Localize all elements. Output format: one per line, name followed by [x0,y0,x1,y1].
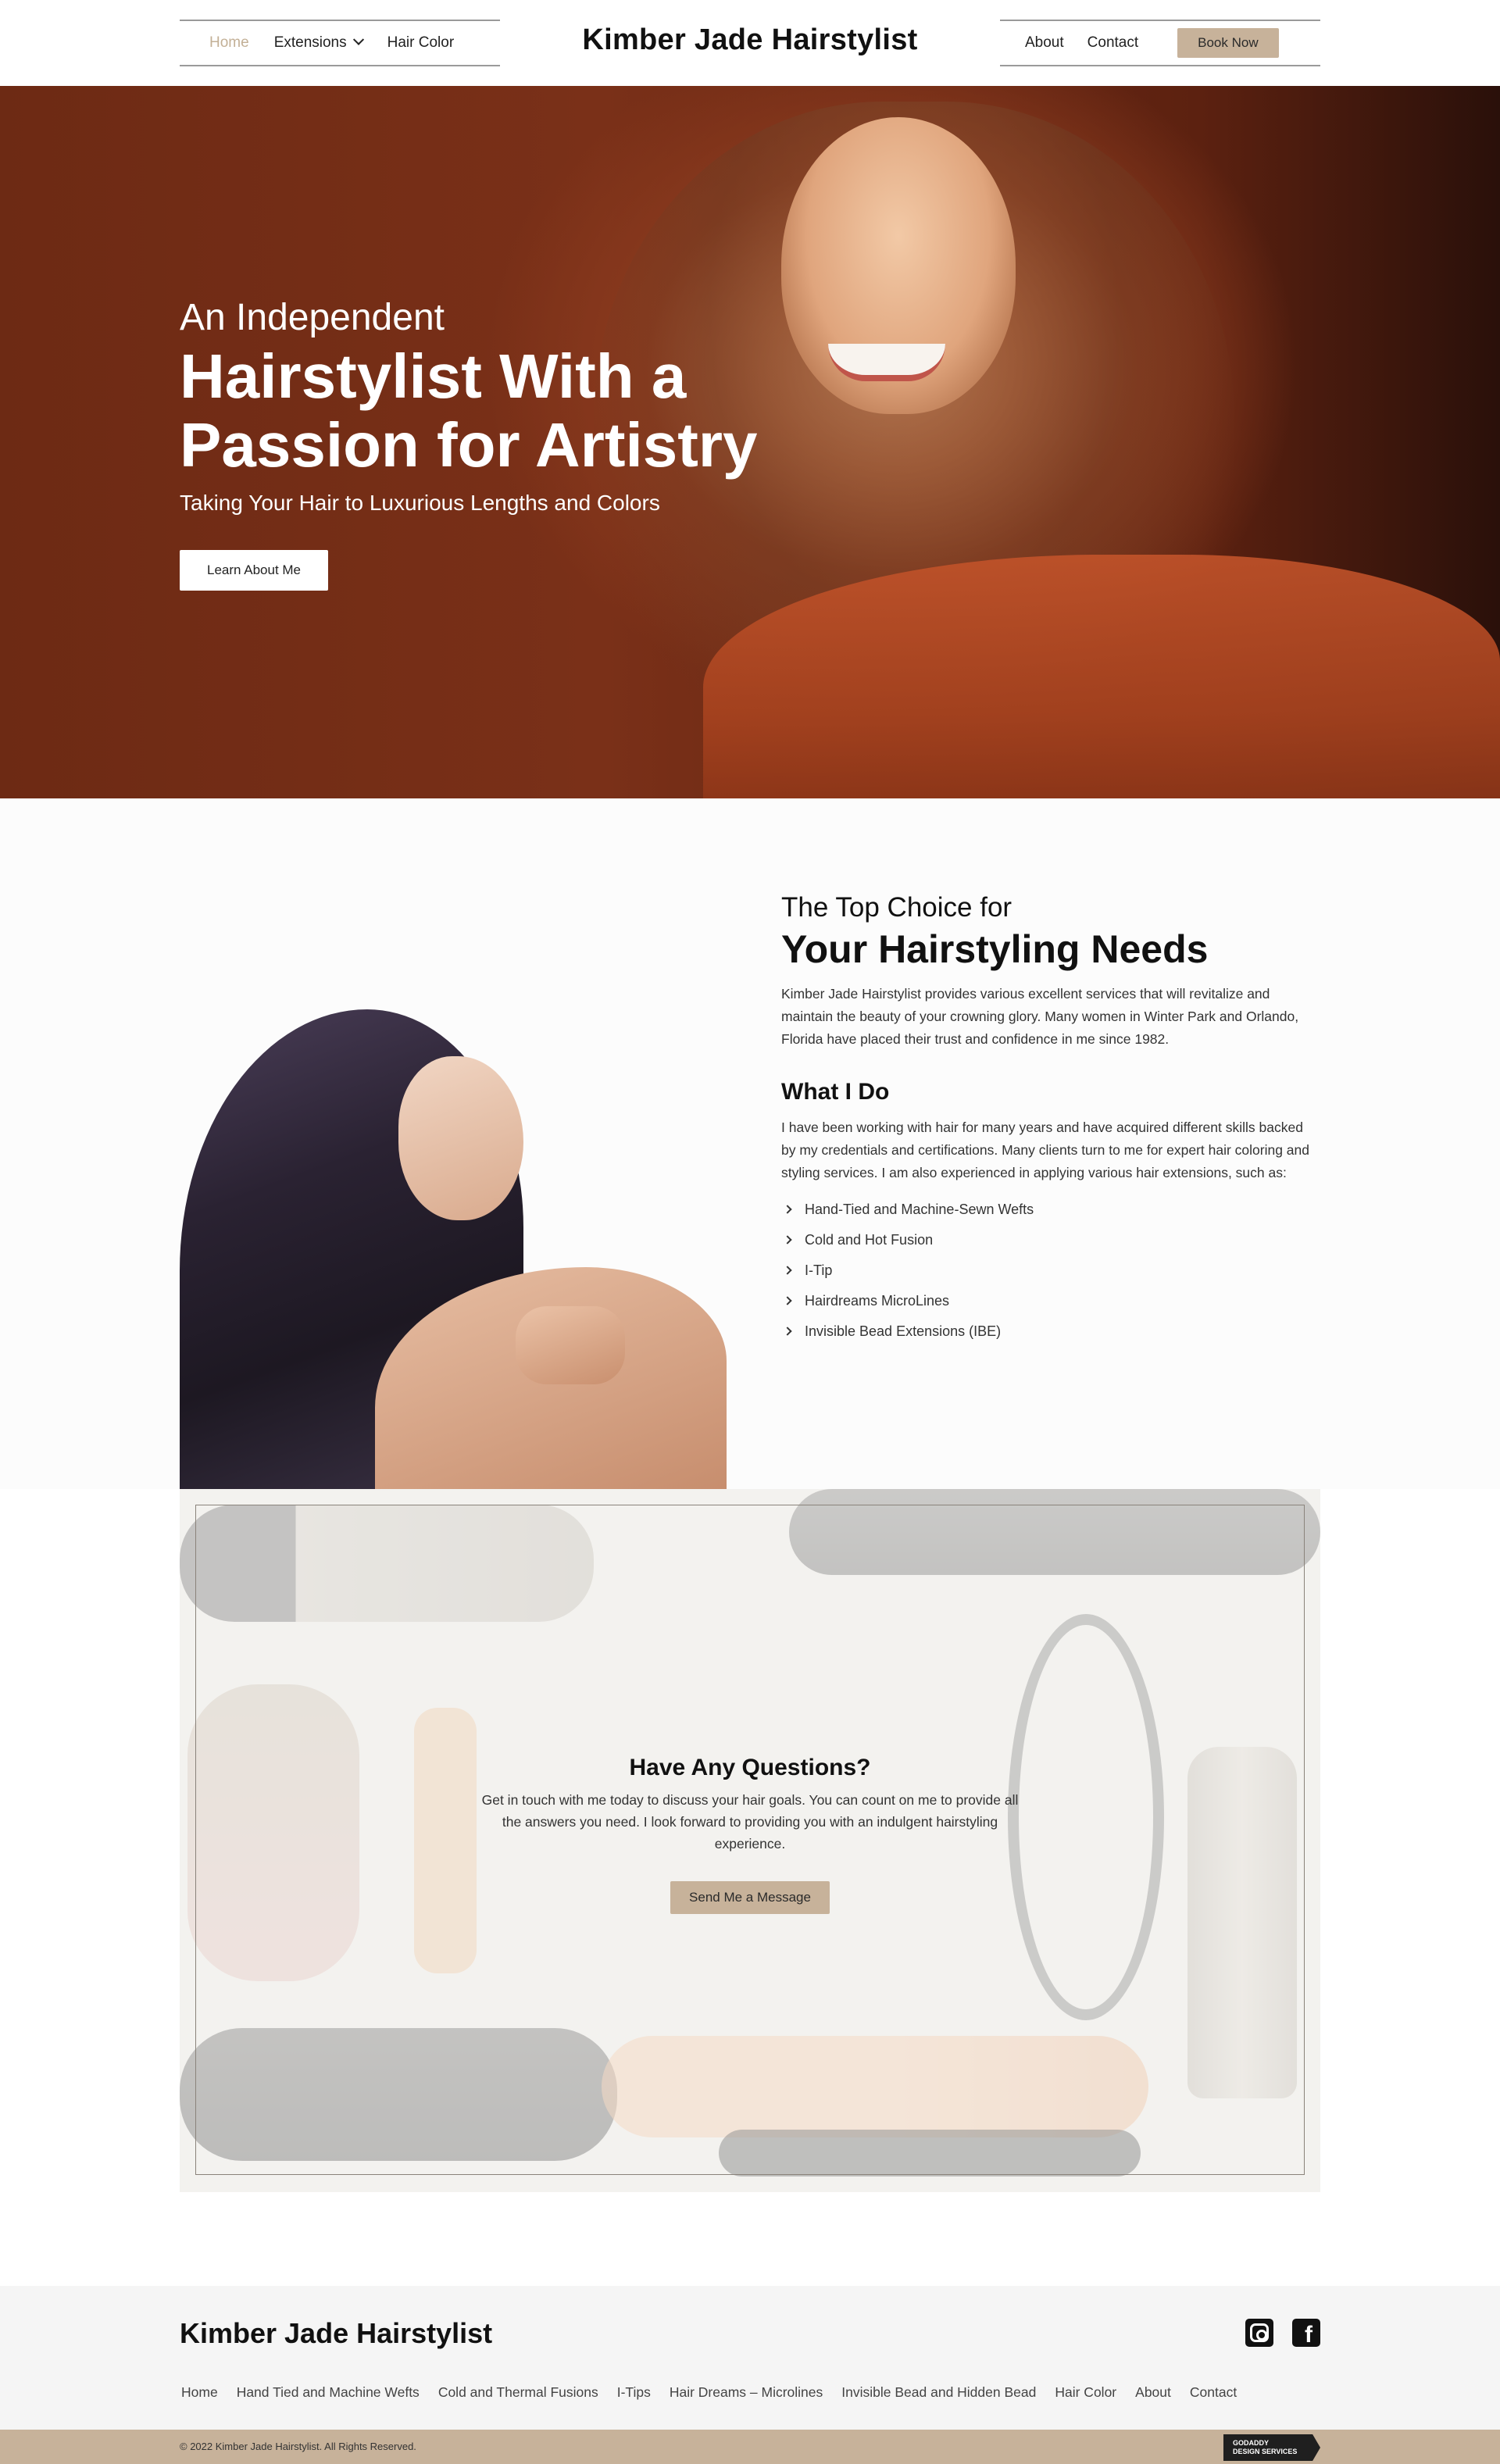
list-item: Hairdreams MicroLines [781,1293,1320,1323]
about-section: The Top Choice for Your Hairstyling Need… [0,798,1500,1489]
facebook-icon[interactable]: f [1292,2319,1320,2348]
hero-text: An Independent Hairstylist With a Passio… [180,295,773,516]
learn-about-me-button[interactable]: Learn About Me [180,550,328,591]
model-image-face [398,1056,523,1220]
facebook-glyph: f [1305,2322,1312,2348]
what-i-do-text: I have been working with hair for many y… [781,1120,1310,1180]
footer-link-fusions[interactable]: Cold and Thermal Fusions [438,2384,598,2401]
service-label: Invisible Bead Extensions (IBE) [805,1323,1002,1339]
footer-link-about[interactable]: About [1135,2384,1171,2401]
about-intro: Kimber Jade Hairstylist provides various… [781,986,1299,1047]
badge-line-2: DESIGN SERVICES [1233,2448,1298,2455]
chevron-right-icon [783,1205,792,1214]
services-list: Hand-Tied and Machine-Sewn Wefts Cold an… [781,1202,1320,1354]
questions-text: Get in touch with me today to discuss yo… [481,1792,1019,1852]
copyright-text: © 2022 Kimber Jade Hairstylist. All Righ… [180,2441,416,2452]
questions-content: Have Any Questions? Get in touch with me… [477,1755,1023,1914]
instagram-glyph [1250,2323,1269,2342]
about-text: The Top Choice for Your Hairstyling Need… [781,892,1320,1354]
nav-contact[interactable]: Contact [1088,34,1138,52]
footer-link-microlines[interactable]: Hair Dreams – Microlines [670,2384,823,2401]
book-now-button[interactable]: Book Now [1177,28,1279,58]
nav-about[interactable]: About [1025,34,1064,52]
list-item: I-Tip [781,1262,1320,1293]
site-header: Home Extensions Hair Color Kimber Jade H… [0,0,1500,86]
service-label: Hand-Tied and Machine-Sewn Wefts [805,1202,1034,1217]
list-item: Cold and Hot Fusion [781,1232,1320,1262]
footer-link-wefts[interactable]: Hand Tied and Machine Wefts [237,2384,420,2401]
footer-link-hair-color[interactable]: Hair Color [1055,2384,1116,2401]
hero-title: Hairstylist With a Passion for Artistry [180,341,758,480]
primary-nav-right: About Contact Book Now [1000,20,1320,66]
badge-line-1: GODADDY [1233,2439,1270,2447]
hero-subtitle: Taking Your Hair to Luxurious Lengths an… [180,491,660,515]
site-footer: Kimber Jade Hairstylist f Home Hand Tied… [0,2286,1500,2430]
instagram-icon[interactable] [1245,2319,1273,2347]
footer-link-itips[interactable]: I-Tips [617,2384,651,2401]
what-i-do-title: What I Do [781,1079,890,1105]
service-label: Cold and Hot Fusion [805,1232,934,1248]
footer-link-bead[interactable]: Invisible Bead and Hidden Bead [841,2384,1036,2401]
godaddy-badge[interactable]: GODADDY DESIGN SERVICES [1223,2434,1320,2461]
chevron-right-icon [783,1266,792,1275]
send-message-button[interactable]: Send Me a Message [670,1881,830,1914]
footer-link-contact[interactable]: Contact [1190,2384,1237,2401]
hero-eyebrow: An Independent [180,297,445,338]
about-eyebrow: The Top Choice for [781,892,1012,923]
service-label: I-Tip [805,1262,833,1278]
questions-title: Have Any Questions? [629,1755,871,1780]
chevron-right-icon [783,1327,792,1336]
model-image [180,1009,727,1489]
service-label: Hairdreams MicroLines [805,1293,950,1309]
about-title: Your Hairstyling Needs [781,927,1209,971]
hero-section: An Independent Hairstylist With a Passio… [0,86,1500,798]
chevron-right-icon [783,1296,792,1305]
questions-section: Have Any Questions? Get in touch with me… [180,1489,1320,2192]
footer-link-home[interactable]: Home [181,2384,218,2401]
list-item: Hand-Tied and Machine-Sewn Wefts [781,1202,1320,1232]
model-image-hand [516,1306,625,1384]
footer-brand[interactable]: Kimber Jade Hairstylist [180,2317,492,2350]
list-item: Invisible Bead Extensions (IBE) [781,1323,1320,1354]
footer-nav: Home Hand Tied and Machine Wefts Cold an… [181,2384,1255,2401]
copyright-bar: © 2022 Kimber Jade Hairstylist. All Righ… [0,2430,1500,2464]
chevron-right-icon [783,1235,792,1244]
